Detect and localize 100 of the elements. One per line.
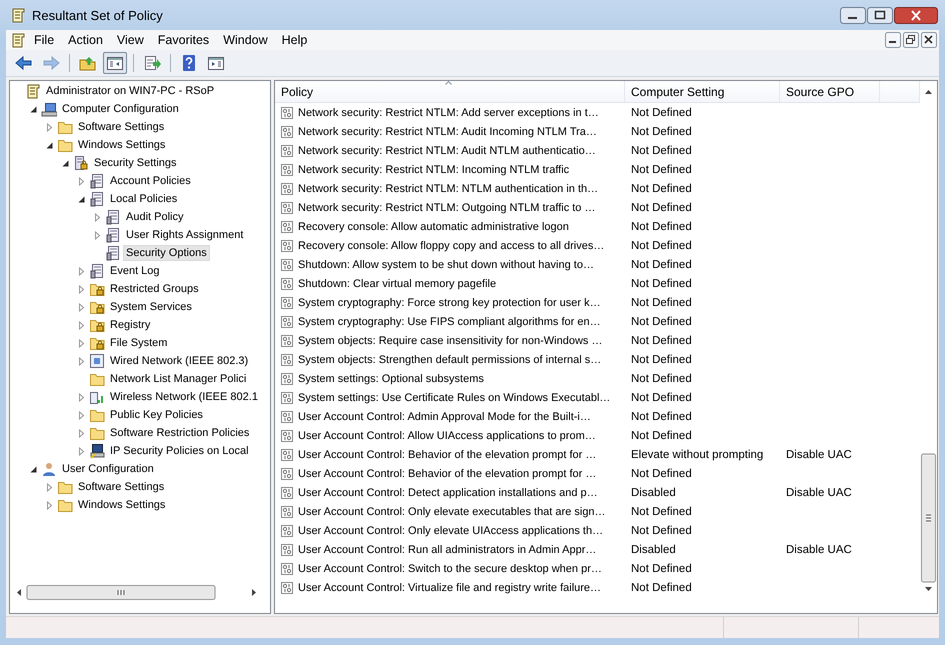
expand-arrow-icon[interactable] [77, 446, 86, 456]
policy-setting-icon [280, 580, 294, 594]
policy-setting-icon [280, 258, 294, 272]
tree-item[interactable]: Public Key Policies [107, 407, 206, 423]
policy-setting-icon [280, 106, 294, 120]
tree-item[interactable]: Security Settings [91, 155, 180, 171]
expand-arrow-icon[interactable] [77, 356, 86, 366]
restore-button[interactable] [903, 32, 919, 48]
tree-item[interactable]: User Rights Assignment [123, 227, 246, 243]
table-cell: Not Defined [631, 506, 692, 518]
close-button[interactable] [894, 7, 938, 24]
tree-item[interactable]: Administrator on WIN7-PC - RSoP [43, 83, 218, 99]
tree-item[interactable]: Registry [107, 317, 154, 333]
minimize-button[interactable] [885, 32, 901, 48]
column-header[interactable]: Computer Setting [625, 81, 780, 102]
locked-folder-icon [89, 281, 105, 297]
tree-item[interactable]: Software Settings [75, 479, 168, 495]
menu-item[interactable]: View [108, 33, 150, 47]
menu-item[interactable]: Window [215, 33, 274, 47]
expand-arrow-icon[interactable] [45, 482, 54, 492]
tree-item[interactable]: Audit Policy [123, 209, 186, 225]
expand-arrow-icon[interactable] [93, 212, 102, 222]
policy-icon [89, 263, 105, 279]
policy-icon [105, 245, 121, 261]
tree-item[interactable]: Wireless Network (IEEE 802.1 [107, 389, 261, 405]
folder-icon [89, 371, 105, 387]
tree-item[interactable]: Windows Settings [75, 137, 168, 153]
table-cell: Not Defined [631, 316, 692, 328]
expand-arrow-icon[interactable] [77, 320, 86, 330]
folder-icon [57, 119, 73, 135]
tree-item[interactable]: Computer Configuration [59, 101, 182, 117]
tree-item[interactable]: Software Restriction Policies [107, 425, 252, 441]
collapse-arrow-icon[interactable] [77, 194, 86, 204]
table-cell: Not Defined [631, 334, 692, 346]
folder-icon [57, 479, 73, 495]
table-cell: Not Defined [631, 524, 692, 536]
column-header[interactable]: Source GPO [780, 81, 880, 102]
tree-item[interactable]: Wired Network (IEEE 802.3) [107, 353, 252, 369]
expand-arrow-icon[interactable] [77, 428, 86, 438]
expand-arrow-icon[interactable] [77, 392, 86, 402]
expand-arrow-icon[interactable] [77, 266, 86, 276]
policy-icon [89, 191, 105, 207]
column-header[interactable]: Policy [275, 81, 625, 102]
tree-item[interactable]: Account Policies [107, 173, 194, 189]
tree-item[interactable]: Local Policies [107, 191, 180, 207]
menu-item[interactable]: Action [60, 33, 109, 47]
collapse-arrow-icon[interactable] [29, 464, 38, 474]
table-cell: User Account Control: Only elevate UIAccess applications th… [298, 524, 604, 536]
table-cell: System cryptography: Use FIPS compliant algorithms for en… [298, 316, 601, 328]
table-cell: Not Defined [631, 258, 692, 270]
close-button[interactable] [921, 32, 937, 48]
folder-icon [57, 497, 73, 513]
tree-item[interactable]: Software Settings [75, 119, 168, 135]
expand-arrow-icon[interactable] [45, 500, 54, 510]
collapse-arrow-icon[interactable] [45, 140, 54, 150]
table-cell: Not Defined [631, 410, 692, 422]
minimize-button[interactable] [840, 7, 866, 24]
table-cell: Disabled [631, 544, 676, 556]
policy-setting-icon [280, 314, 294, 328]
policy-setting-icon [280, 276, 294, 290]
table-cell: Not Defined [631, 164, 692, 176]
menu-item[interactable]: Help [274, 33, 314, 47]
tree-item[interactable]: Security Options [123, 245, 210, 261]
menu-item[interactable]: File [26, 33, 60, 47]
expand-arrow-icon[interactable] [77, 338, 86, 348]
expand-arrow-icon[interactable] [77, 176, 86, 186]
expand-arrow-icon[interactable] [93, 230, 102, 240]
tree-item[interactable]: Network List Manager Polici [107, 371, 250, 387]
security-settings-icon [73, 155, 89, 171]
tree-item[interactable]: System Services [107, 299, 195, 315]
maximize-button[interactable] [867, 7, 893, 24]
table-cell: Not Defined [631, 562, 692, 574]
policy-setting-icon [280, 162, 294, 176]
table-cell: Not Defined [631, 144, 692, 156]
table-cell: Not Defined [631, 220, 692, 232]
collapse-arrow-icon[interactable] [61, 158, 70, 168]
tree-item[interactable]: User Configuration [59, 461, 157, 477]
tree-pane-icon[interactable] [103, 52, 127, 74]
folder-icon [89, 407, 105, 423]
expand-arrow-icon[interactable] [77, 284, 86, 294]
table-cell: Disable UAC [786, 448, 852, 460]
tree-item[interactable]: Restricted Groups [107, 281, 202, 297]
table-cell: Network security: Restrict NTLM: NTLM authentication in th… [298, 182, 598, 194]
tree-item[interactable]: IP Security Policies on Local [107, 443, 252, 459]
policy-setting-icon [280, 524, 294, 538]
expand-arrow-icon[interactable] [77, 410, 86, 420]
tree-item[interactable]: Event Log [107, 263, 163, 279]
table-cell: Not Defined [631, 372, 692, 384]
policy-setting-icon [280, 124, 294, 138]
table-cell: Not Defined [631, 126, 692, 138]
table-cell: Network security: Restrict NTLM: Incoming NTLM traffic [298, 164, 570, 176]
menu-item[interactable]: Favorites [150, 33, 216, 47]
collapse-arrow-icon[interactable] [29, 104, 38, 114]
expand-arrow-icon[interactable] [45, 122, 54, 132]
expand-arrow-icon[interactable] [77, 302, 86, 312]
computer-icon [41, 101, 57, 117]
tree-item[interactable]: Windows Settings [75, 497, 168, 513]
policy-setting-icon [280, 238, 294, 252]
tree-item[interactable]: File System [107, 335, 170, 351]
table-cell: Not Defined [631, 240, 692, 252]
